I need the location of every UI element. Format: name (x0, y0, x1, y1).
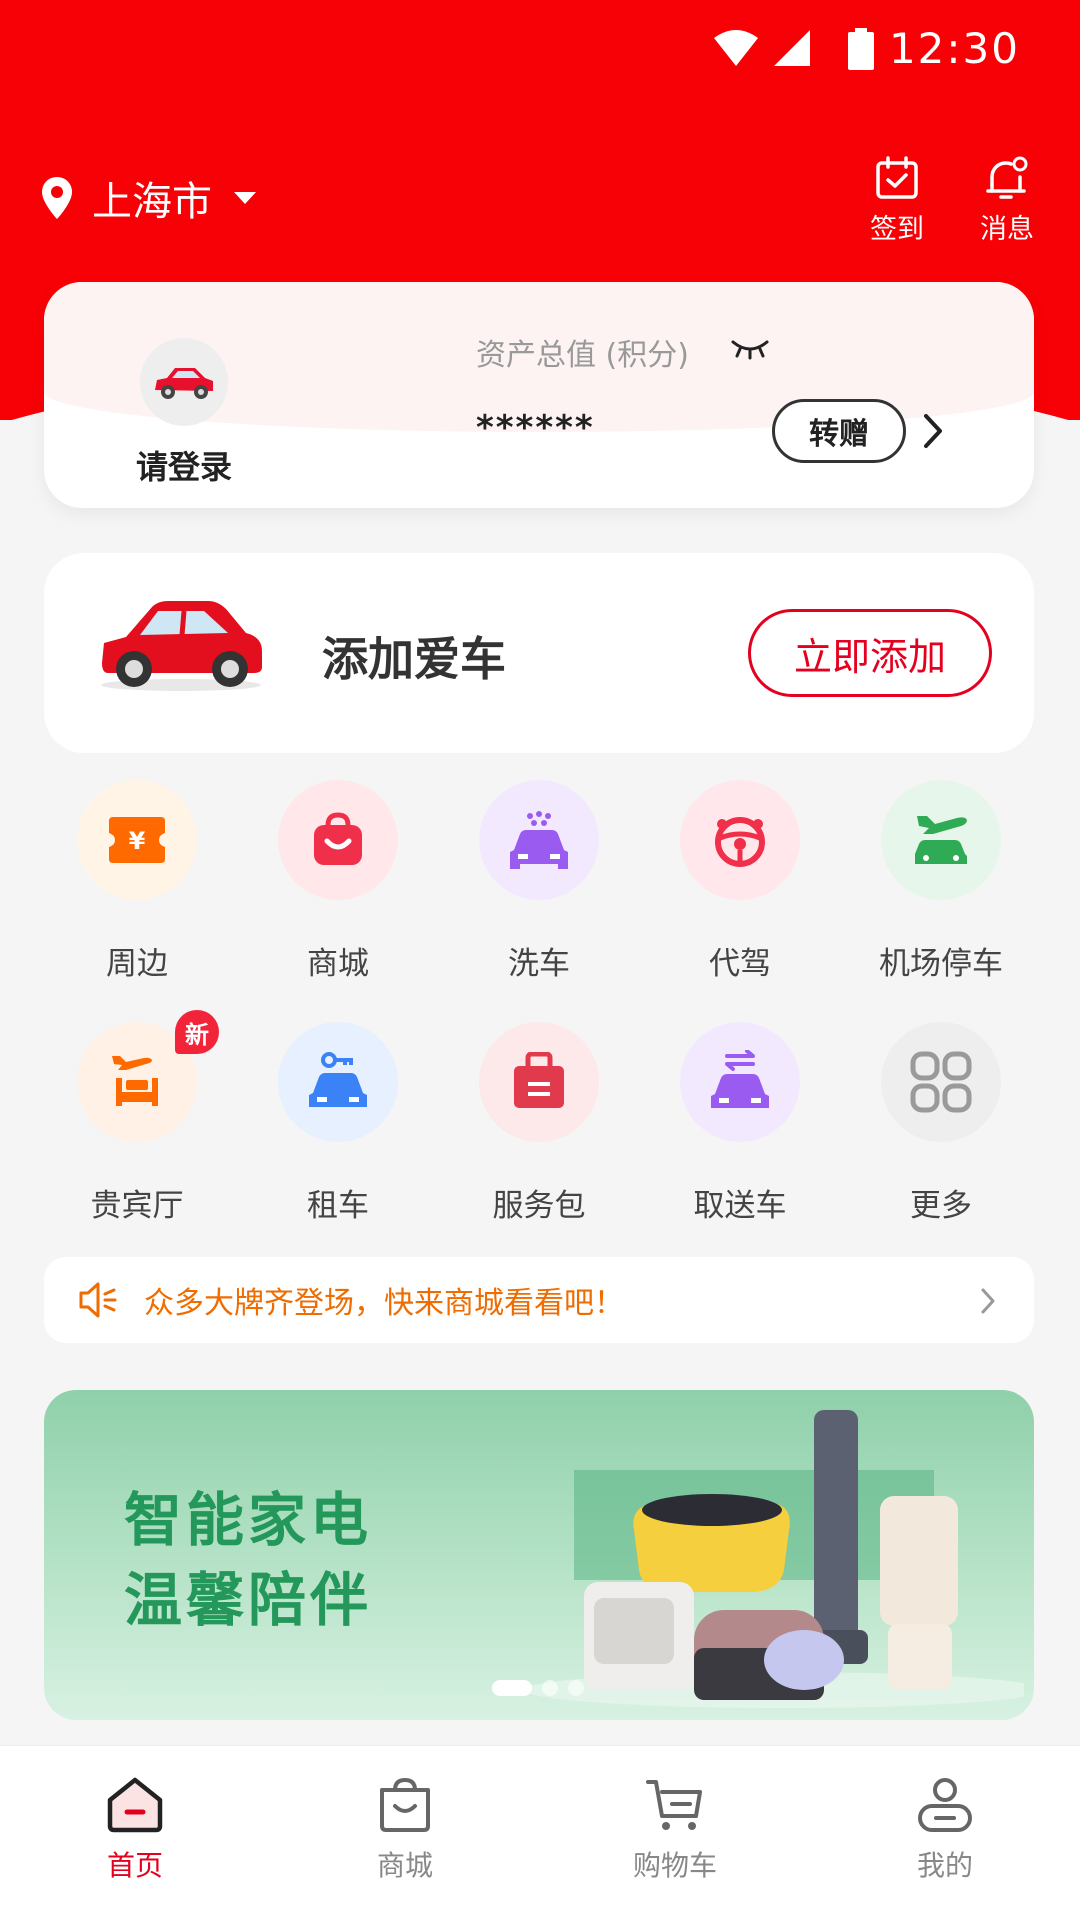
checkin-label: 签到 (870, 214, 924, 245)
wifi-icon (714, 30, 758, 66)
service-label: 服务包 (492, 1188, 586, 1224)
service-item-mall[interactable]: 商城 (238, 780, 438, 983)
city-name: 上海市 (92, 179, 212, 225)
tab-profile[interactable]: 我的 (845, 1774, 1045, 1884)
speaker-icon (79, 1282, 117, 1318)
service-label: 取送车 (693, 1188, 787, 1224)
service-item-airport-parking[interactable]: 机场停车 (841, 780, 1041, 983)
account-card: 请登录 资产总值 (积分) ****** 转赠 (44, 282, 1034, 508)
avatar[interactable] (140, 338, 228, 426)
car-pickup-icon (680, 1022, 800, 1142)
asset-label: 资产总值 (积分) (476, 338, 689, 373)
cart-icon (646, 1780, 702, 1830)
airport-parking-icon (881, 780, 1001, 900)
service-label: 商城 (307, 946, 369, 982)
service-item-designated-driver[interactable]: 代驾 (640, 780, 840, 983)
service-label: 贵宾厅 (90, 1188, 184, 1224)
battery-icon (848, 28, 874, 70)
home-icon (107, 1777, 163, 1833)
asset-value: ****** (476, 408, 595, 448)
service-item-car-pickup[interactable]: 取送车 (640, 1022, 840, 1225)
shopping-bag-icon (278, 780, 398, 900)
service-label: 洗车 (508, 946, 570, 982)
tab-label: 首页 (106, 1849, 163, 1882)
grid-more-icon (881, 1022, 1001, 1142)
cellular-signal-icon (774, 30, 810, 66)
transfer-button[interactable]: 转赠 (772, 399, 906, 463)
tab-home[interactable]: 首页 (35, 1774, 235, 1884)
ticket-icon: ¥ (77, 780, 197, 900)
service-label: 租车 (307, 1188, 369, 1224)
tab-label: 商城 (376, 1849, 433, 1882)
service-label: 机场停车 (879, 946, 1003, 982)
carousel-dot[interactable] (568, 1680, 584, 1696)
service-item-nearby[interactable]: ¥ 周边 (37, 780, 237, 983)
login-prompt[interactable]: 请登录 (124, 442, 244, 488)
svg-text:¥: ¥ (129, 827, 146, 855)
shopping-bag-icon (380, 1777, 430, 1832)
tab-label: 我的 (916, 1849, 973, 1882)
checkin-button[interactable]: 签到 (852, 155, 942, 246)
banner-line-2: 温馨陪伴 (124, 1566, 373, 1634)
chevron-right-icon[interactable] (922, 412, 944, 450)
steering-wheel-icon (680, 780, 800, 900)
notice-bar[interactable]: 众多大牌齐登场，快来商城看看吧！ (44, 1257, 1034, 1343)
banner-line-1: 智能家电 (124, 1486, 373, 1554)
tab-cart[interactable]: 购物车 (575, 1774, 775, 1884)
city-selector[interactable]: 上海市 (40, 170, 256, 226)
calendar-check-icon (876, 156, 918, 199)
service-item-car-rental[interactable]: 租车 (238, 1022, 438, 1225)
add-car-card: 添加爱车 立即添加 (44, 553, 1034, 753)
vip-lounge-icon: 新 (77, 1010, 219, 1142)
add-car-button[interactable]: 立即添加 (748, 609, 992, 697)
profile-icon (918, 1778, 972, 1832)
caret-down-icon (234, 192, 256, 204)
eye-closed-icon[interactable] (730, 338, 770, 360)
promo-banner[interactable]: 智能家电 温馨陪伴 (44, 1390, 1034, 1720)
carousel-dots (492, 1680, 584, 1696)
service-label: 代驾 (709, 946, 771, 982)
service-label: 更多 (910, 1188, 972, 1224)
banner-headline: 智能家电 温馨陪伴 (124, 1480, 372, 1640)
service-item-more[interactable]: 更多 (841, 1022, 1041, 1225)
car-wash-icon (479, 780, 599, 900)
messages-button[interactable]: 消息 (962, 155, 1052, 246)
service-package-icon (479, 1022, 599, 1142)
bottom-nav: 首页 商城 购物车 我的 (0, 1745, 1080, 1920)
status-bar: 12:30 (0, 0, 1080, 100)
carousel-dot[interactable] (542, 1680, 558, 1696)
service-item-vip-lounge[interactable]: 新 贵宾厅 (37, 1010, 237, 1225)
messages-label: 消息 (980, 214, 1034, 245)
location-pin-icon (42, 177, 72, 219)
service-label: 周边 (106, 946, 168, 982)
car-rental-icon (278, 1022, 398, 1142)
carousel-dot[interactable] (492, 1680, 532, 1696)
bell-icon (986, 156, 1028, 199)
tab-mall[interactable]: 商城 (305, 1774, 505, 1884)
new-badge: 新 (175, 1010, 219, 1054)
notice-text: 众多大牌齐登场，快来商城看看吧！ (144, 1286, 624, 1321)
service-item-service-package[interactable]: 服务包 (439, 1022, 639, 1225)
add-car-title: 添加爱车 (322, 632, 506, 686)
appliances-illustration (524, 1410, 1024, 1708)
car-avatar-icon (155, 368, 213, 399)
tab-label: 购物车 (632, 1849, 717, 1882)
status-time: 12:30 (888, 24, 1020, 73)
red-car-image (101, 601, 262, 691)
service-item-car-wash[interactable]: 洗车 (439, 780, 639, 983)
chevron-right-icon (981, 1288, 995, 1314)
